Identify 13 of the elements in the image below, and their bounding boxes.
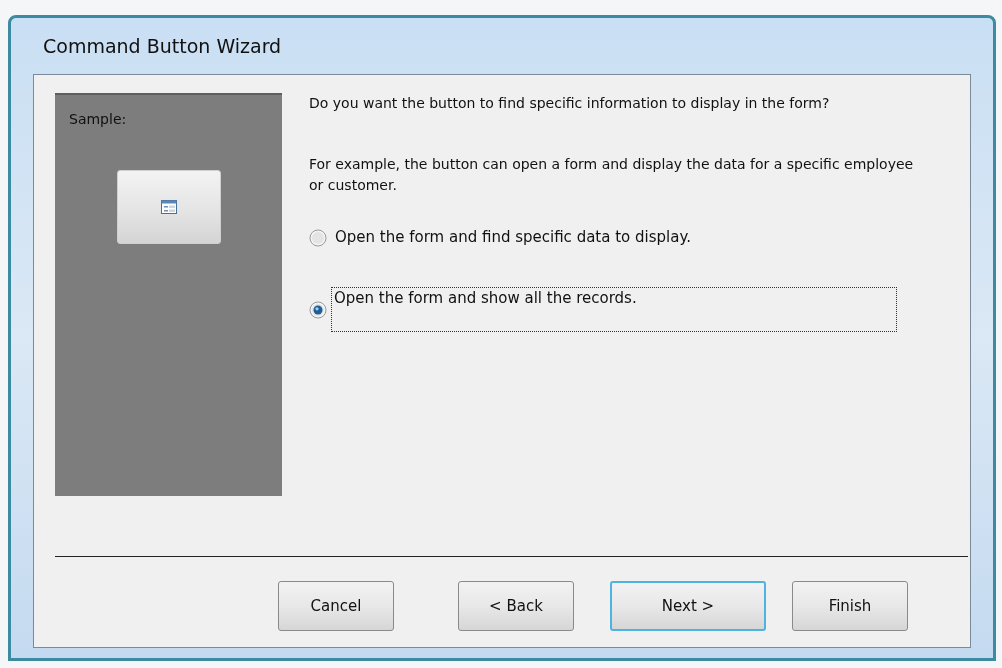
wizard-button[interactable]: Next > — [610, 581, 766, 631]
example-text: For example, the button can open a form and display the data for a specific employee or customer. — [309, 155, 915, 195]
form-icon — [160, 200, 177, 214]
sample-label: Sample: — [69, 110, 127, 129]
window-title: Command Button Wizard — [43, 33, 282, 59]
wizard-button[interactable]: Cancel — [278, 581, 394, 631]
radio-button[interactable] — [309, 228, 327, 247]
option-label[interactable]: Open the form and find specific data to display. — [332, 226, 692, 249]
wizard-button[interactable]: Finish — [792, 581, 908, 631]
question-text: Do you want the button to find specific information to display in the form? — [309, 94, 831, 113]
radio-button[interactable] — [309, 300, 327, 319]
wizard-button[interactable]: < Back — [458, 581, 574, 631]
option-label[interactable]: Open the form and show all the records. — [331, 287, 897, 332]
